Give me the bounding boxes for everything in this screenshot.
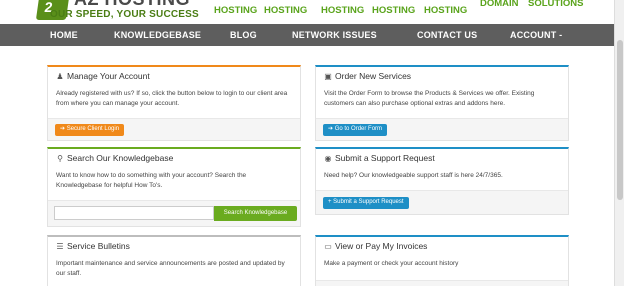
site-header: 2 AZ HOSTING® OUR SPEED, YOUR SUCCESS HO…: [0, 0, 624, 24]
top-link-hosting-2[interactable]: HOSTING: [264, 5, 307, 16]
submit-support-request-button[interactable]: + Submit a Support Request: [323, 197, 409, 209]
panel-invoices-title: ▭ View or Pay My Invoices: [324, 241, 428, 251]
top-link-hosting-1[interactable]: HOSTING: [214, 5, 257, 16]
panel-manage-account-title: ♟ Manage Your Account: [56, 71, 150, 81]
panel-manage-account: ♟ Manage Your Account Already registered …: [47, 65, 301, 141]
top-link-hosting-3[interactable]: HOSTING: [321, 5, 364, 16]
search-icon: ⚲: [57, 154, 63, 163]
nav-blog[interactable]: BLOG: [230, 30, 257, 40]
go-to-order-form-button[interactable]: ➔ Go to Order Form: [323, 124, 388, 136]
secure-client-login-button[interactable]: ➔ Secure Client Login: [55, 124, 125, 136]
comment-icon: ◉: [324, 154, 332, 163]
panel-service-bulletins-text: Important maintenance and service announ…: [56, 260, 285, 277]
panel-order-services-text: Visit the Order Form to browse the Produ…: [324, 90, 535, 107]
top-link-hosting-5[interactable]: HOSTING: [424, 5, 467, 16]
top-link-hosting-4[interactable]: HOSTING: [372, 5, 415, 16]
panel-search-knowledgebase-footer: Search Knowledgebase: [48, 200, 300, 226]
nav-contact-us[interactable]: CONTACT US: [417, 30, 477, 40]
panel-search-knowledgebase-title: ⚲ Search Our Knowledgebase: [57, 153, 174, 163]
user-icon: ♟: [56, 72, 64, 81]
panel-manage-account-footer: ➔ Secure Client Login: [48, 118, 300, 140]
list-icon: ☰: [56, 242, 64, 251]
scrollbar-thumb[interactable]: [617, 40, 623, 200]
panel-service-bulletins-title: ☰ Service Bulletins: [56, 241, 130, 251]
main-nav: HOME KNOWLEDGEBASE BLOG NETWORK ISSUES C…: [0, 24, 614, 46]
search-knowledgebase-button[interactable]: Search Knowledgebase: [214, 206, 297, 221]
panel-order-services: ▣ Order New Services Visit the Order Form…: [315, 65, 569, 141]
knowledgebase-search-input[interactable]: [54, 206, 214, 220]
panel-invoices-footer: [316, 280, 568, 286]
panel-support-request-footer: + Submit a Support Request: [316, 190, 568, 214]
credit-card-icon: ▭: [324, 242, 332, 251]
panel-support-request: ◉ Submit a Support Request Need help? Our…: [315, 147, 569, 215]
cube-icon: ▣: [324, 72, 332, 81]
panel-invoices: ▭ View or Pay My Invoices Make a payment …: [315, 235, 569, 286]
panel-manage-account-text: Already registered with us? If so, click…: [56, 90, 288, 107]
panel-search-knowledgebase-text: Want to know how to do something with yo…: [56, 172, 247, 189]
panel-search-knowledgebase: ⚲ Search Our Knowledgebase Want to know h…: [47, 147, 301, 227]
nav-knowledgebase[interactable]: KNOWLEDGEBASE: [114, 30, 201, 40]
browser-viewport: 2 AZ HOSTING® OUR SPEED, YOUR SUCCESS HO…: [0, 0, 624, 286]
nav-account[interactable]: ACCOUNT -: [510, 30, 562, 40]
home-shortcuts: ♟ Manage Your Account Already registered …: [0, 46, 614, 286]
panel-support-request-title: ◉ Submit a Support Request: [324, 153, 435, 163]
panel-order-services-title: ▣ Order New Services: [324, 71, 412, 81]
panel-support-request-text: Need help? Our knowledgeable support sta…: [324, 172, 503, 179]
top-link-solutions[interactable]: SOLUTIONS: [528, 0, 583, 9]
page-scrollbar[interactable]: [614, 0, 624, 286]
panel-invoices-text: Make a payment or check your account his…: [324, 260, 459, 267]
nav-network-issues[interactable]: NETWORK ISSUES: [292, 30, 377, 40]
panel-service-bulletins: ☰ Service Bulletins Important maintenance…: [47, 235, 301, 286]
nav-home[interactable]: HOME: [50, 30, 78, 40]
top-link-domain[interactable]: DOMAIN: [480, 0, 519, 9]
panel-order-services-footer: ➔ Go to Order Form: [316, 118, 568, 140]
top-link-bar: HOSTING HOSTING HOSTING HOSTING HOSTING …: [0, 0, 624, 24]
